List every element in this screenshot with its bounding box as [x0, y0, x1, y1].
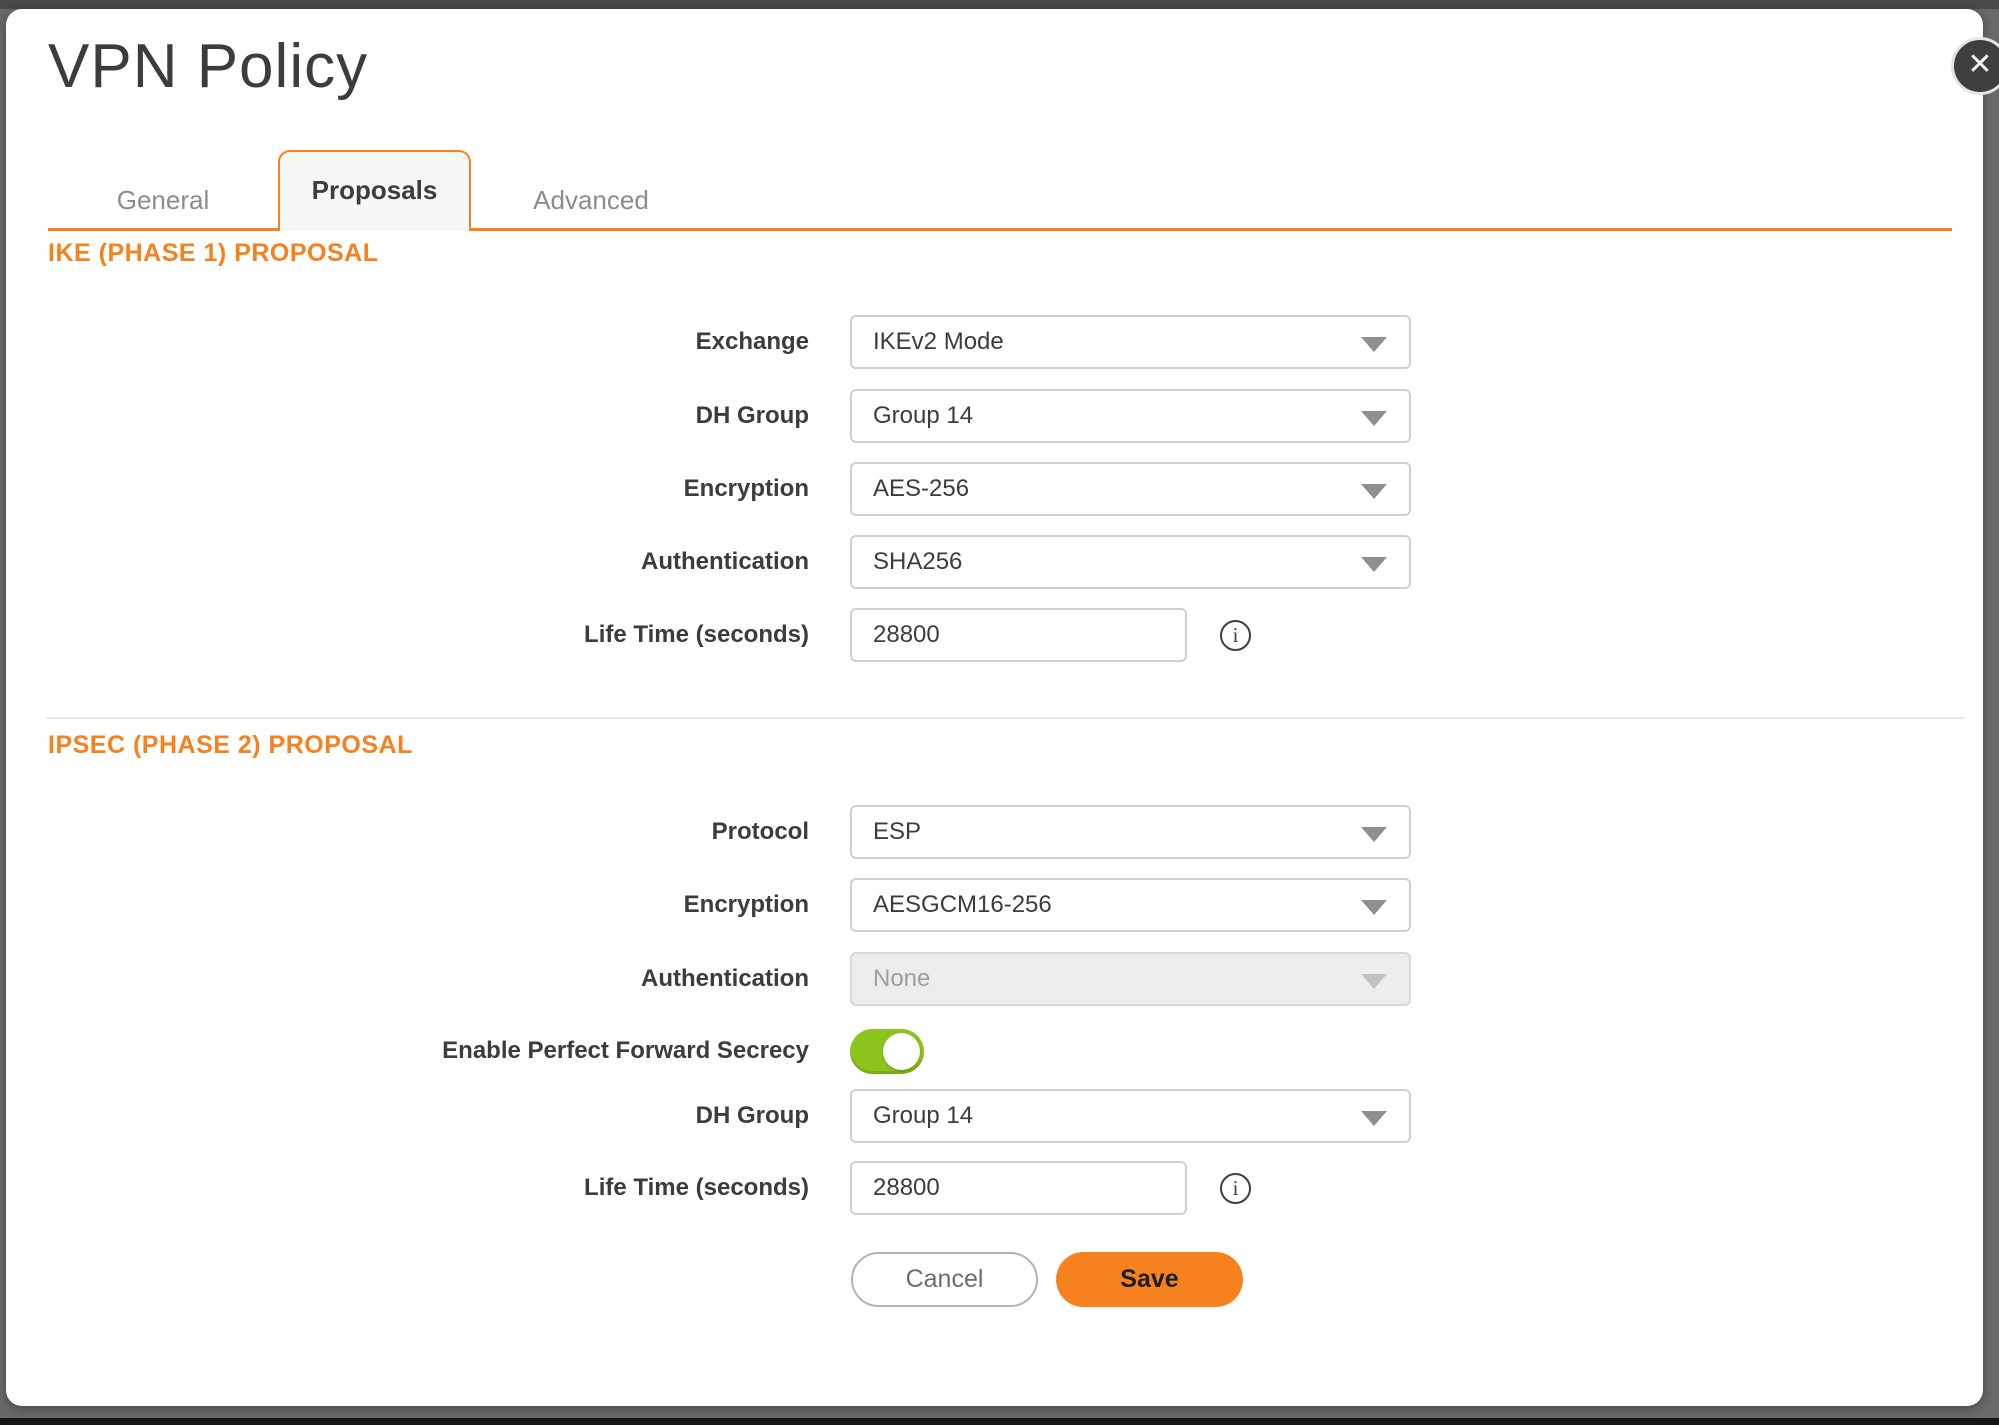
footer-buttons: Cancel Save — [851, 1252, 1243, 1307]
form-row: Exchange IKEv2 Mode — [48, 315, 1411, 369]
tab-proposals[interactable]: Proposals — [278, 150, 471, 231]
encryption-value: AES-256 — [852, 475, 969, 503]
form-row: Authentication SHA256 — [48, 535, 1411, 589]
ipsec-dh-group-value: Group 14 — [852, 1102, 973, 1130]
authentication-label: Authentication — [48, 548, 809, 576]
chevron-down-icon — [1361, 484, 1387, 499]
dh-group-label: DH Group — [48, 402, 809, 430]
section-title-ike-phase1: IKE (PHASE 1) PROPOSAL — [48, 239, 379, 268]
chevron-down-icon — [1361, 557, 1387, 572]
protocol-label: Protocol — [48, 818, 809, 846]
ipsec-life-time-input[interactable] — [850, 1161, 1187, 1215]
form-row: Life Time (seconds) i — [48, 608, 1251, 662]
form-row: Life Time (seconds) i — [48, 1161, 1251, 1215]
chevron-down-icon — [1361, 900, 1387, 915]
chevron-down-icon — [1361, 827, 1387, 842]
form-row: Encryption AESGCM16-256 — [48, 878, 1411, 932]
vpn-policy-dialog: VPN Policy General Proposals Advanced IK… — [6, 9, 1983, 1406]
cancel-button[interactable]: Cancel — [851, 1252, 1038, 1307]
life-time-label: Life Time (seconds) — [48, 621, 809, 649]
ipsec-life-time-label: Life Time (seconds) — [48, 1174, 809, 1202]
form-row: DH Group Group 14 — [48, 1089, 1411, 1143]
chevron-down-icon — [1361, 1111, 1387, 1126]
encryption-select[interactable]: AES-256 — [850, 462, 1411, 516]
protocol-select[interactable]: ESP — [850, 805, 1411, 859]
enable-pfs-label: Enable Perfect Forward Secrecy — [48, 1037, 809, 1065]
tab-bar: General Proposals Advanced — [48, 145, 1952, 231]
perfect-forward-secrecy-toggle[interactable] — [850, 1029, 924, 1074]
ipsec-encryption-value: AESGCM16-256 — [852, 891, 1052, 919]
ipsec-dh-group-label: DH Group — [48, 1102, 809, 1130]
form-row: DH Group Group 14 — [48, 389, 1411, 443]
ipsec-authentication-label: Authentication — [48, 965, 809, 993]
ipsec-encryption-label: Encryption — [48, 891, 809, 919]
info-icon[interactable]: i — [1220, 620, 1251, 651]
ipsec-encryption-select[interactable]: AESGCM16-256 — [850, 878, 1411, 932]
section-title-ipsec-phase2: IPSEC (PHASE 2) PROPOSAL — [48, 731, 413, 760]
form-row: Protocol ESP — [48, 805, 1411, 859]
chevron-down-icon — [1361, 411, 1387, 426]
exchange-label: Exchange — [48, 328, 809, 356]
authentication-value: SHA256 — [852, 548, 962, 576]
tab-advanced[interactable]: Advanced — [471, 172, 711, 228]
tab-general[interactable]: General — [48, 172, 278, 228]
chevron-down-icon — [1361, 337, 1387, 352]
backdrop-top-strip — [0, 0, 1999, 9]
form-row: Encryption AES-256 — [48, 462, 1411, 516]
dh-group-select[interactable]: Group 14 — [850, 389, 1411, 443]
ipsec-authentication-select-disabled: None — [850, 952, 1411, 1006]
encryption-label: Encryption — [48, 475, 809, 503]
page-title: VPN Policy — [48, 31, 368, 102]
ipsec-dh-group-select[interactable]: Group 14 — [850, 1089, 1411, 1143]
life-time-input[interactable] — [850, 608, 1187, 662]
ipsec-authentication-value: None — [852, 965, 930, 993]
exchange-value: IKEv2 Mode — [852, 328, 1004, 356]
exchange-select[interactable]: IKEv2 Mode — [850, 315, 1411, 369]
toggle-knob — [883, 1033, 920, 1070]
info-icon[interactable]: i — [1220, 1173, 1251, 1204]
section-divider — [46, 717, 1964, 719]
form-row: Enable Perfect Forward Secrecy — [48, 1024, 924, 1078]
protocol-value: ESP — [852, 818, 921, 846]
dh-group-value: Group 14 — [852, 402, 973, 430]
form-row: Authentication None — [48, 952, 1411, 1006]
backdrop-bottom-strip — [0, 1418, 1999, 1425]
chevron-down-icon — [1361, 974, 1387, 989]
authentication-select[interactable]: SHA256 — [850, 535, 1411, 589]
save-button[interactable]: Save — [1056, 1252, 1243, 1307]
